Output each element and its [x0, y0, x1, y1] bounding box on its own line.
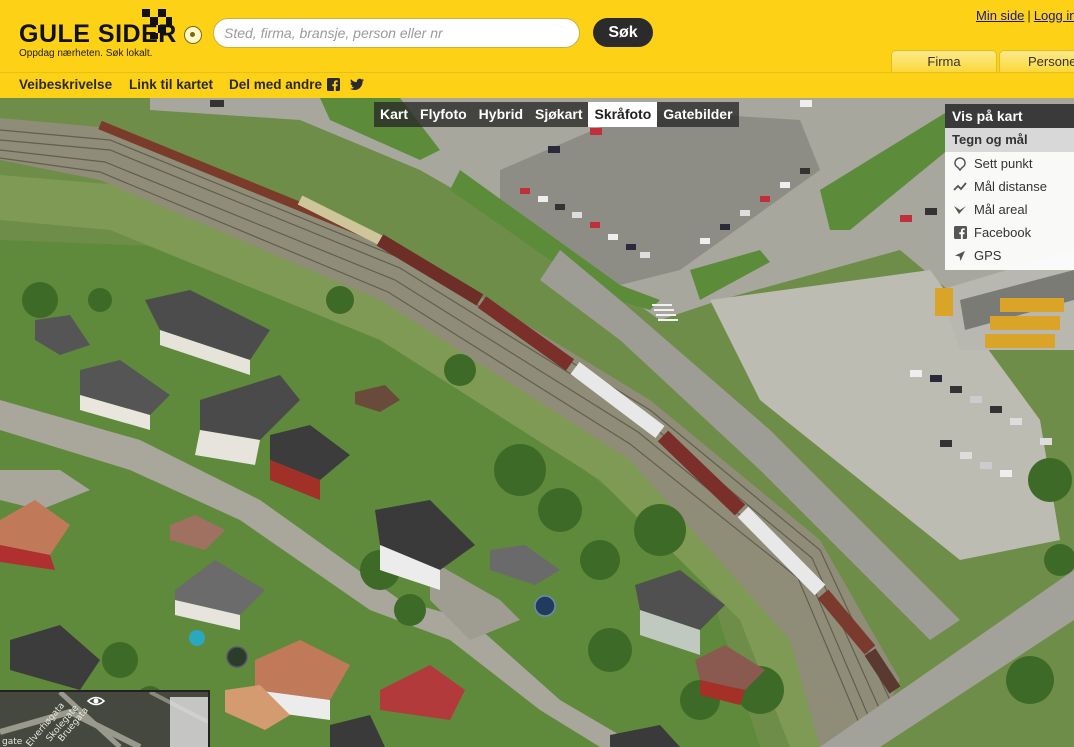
map-type-bar: Kart Flyfoto Hybrid Sjøkart Skråfoto Gat…: [374, 102, 739, 127]
minimap-street-label: gate: [2, 737, 23, 747]
tab-firma[interactable]: Firma: [891, 50, 997, 72]
map-type-gatebilder[interactable]: Gatebilder: [657, 102, 738, 127]
overview-minimap[interactable]: Bruegata Elverhøgata Skolegate gate: [0, 690, 210, 747]
gps-icon: [953, 249, 967, 263]
search-input[interactable]: [213, 18, 580, 48]
tool-label: Mål areal: [974, 202, 1028, 217]
login-link[interactable]: Logg inn: [1034, 8, 1074, 23]
tool-facebook[interactable]: Facebook: [945, 221, 1074, 244]
map-type-sjokart[interactable]: Sjøkart: [529, 102, 588, 127]
my-page-link[interactable]: Min side: [976, 8, 1024, 23]
tool-label: Mål distanse: [974, 179, 1047, 194]
map-tools-panel: Vis på kart Tegn og mål Sett punkt Mål d…: [945, 104, 1074, 270]
directions-link[interactable]: Veibeskrivelse: [19, 77, 112, 92]
logo-checker-icon: [142, 9, 172, 39]
map-canvas[interactable]: [0, 98, 1074, 747]
tagline: Oppdag nærheten. Søk lokalt.: [19, 48, 153, 59]
facebook-icon[interactable]: [327, 78, 340, 91]
map-type-hybrid[interactable]: Hybrid: [473, 102, 529, 127]
map-type-flyfoto[interactable]: Flyfoto: [414, 102, 473, 127]
locate-icon[interactable]: [184, 26, 202, 44]
facebook-icon: [953, 226, 967, 240]
panel-subtitle: Tegn og mål: [945, 128, 1074, 152]
share-label: Del med andre: [229, 77, 323, 92]
action-bar: Veibeskrivelse Link til kartet Del med a…: [0, 72, 1074, 98]
oblique-aerial-image: [0, 98, 1074, 747]
tool-label: Facebook: [974, 225, 1032, 240]
tool-measure-distance[interactable]: Mål distanse: [945, 175, 1074, 198]
twitter-icon[interactable]: [350, 78, 364, 91]
tool-label: Sett punkt: [974, 156, 1033, 171]
tool-measure-area[interactable]: Mål areal: [945, 198, 1074, 221]
user-links: Min side|Logg inn: [976, 8, 1074, 23]
map-link[interactable]: Link til kartet: [129, 77, 213, 92]
distance-icon: [953, 180, 967, 194]
map-type-kart[interactable]: Kart: [374, 102, 414, 127]
search-button[interactable]: Søk: [593, 18, 653, 47]
tool-set-point[interactable]: Sett punkt: [945, 152, 1074, 175]
map-type-skrafoto[interactable]: Skråfoto: [588, 102, 658, 127]
header: GULE SIDER Oppdag nærheten. Søk lokalt. …: [0, 0, 1074, 72]
tab-personer[interactable]: Personer: [999, 50, 1074, 72]
area-icon: [953, 203, 967, 217]
minimap-image: Bruegata Elverhøgata Skolegate gate: [0, 692, 208, 747]
tool-label: GPS: [974, 248, 1002, 263]
panel-title[interactable]: Vis på kart: [945, 104, 1074, 128]
tool-gps[interactable]: GPS: [945, 244, 1074, 267]
pin-icon: [953, 156, 967, 171]
